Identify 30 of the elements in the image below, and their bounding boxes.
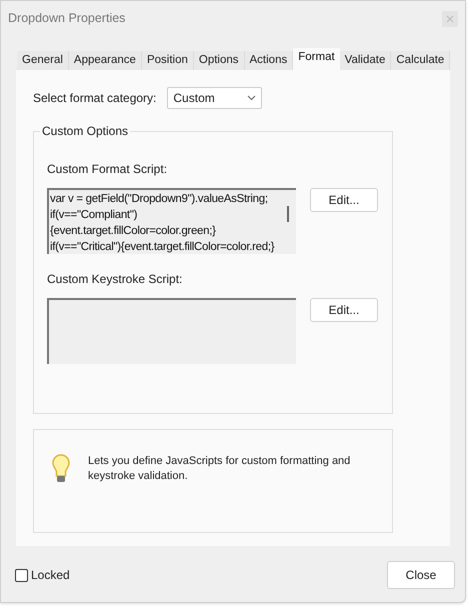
tab[interactable]: Options [194, 51, 245, 70]
tab[interactable]: Validate [340, 51, 392, 70]
group-title: Custom Options [40, 124, 130, 138]
checkbox-label: Locked [31, 567, 70, 584]
code-line: if(v=="Compliant") [50, 208, 138, 223]
tab[interactable]: Actions [244, 51, 294, 70]
format-dropdown[interactable]: Custom [167, 87, 262, 109]
field-label: Select format category: [33, 90, 156, 107]
script-label: Custom Format Script: [47, 161, 168, 178]
close-dialog-button[interactable]: Close [387, 561, 455, 589]
edit-button[interactable]: Edit... [310, 188, 378, 212]
code-line: {event.target.fillColor=color.green;} [50, 224, 217, 239]
script-field[interactable]: var v = getField("Dropdown9").valueAsString; if(v=="Compliant") {event.target.fillColor=color.green;} if(v=="Critical"){event.target.fillColor=color.red;} [47, 188, 296, 254]
hint-text: Lets you define JavaScripts for custom formatting and keystroke validation. [88, 454, 352, 484]
close-icon [446, 14, 454, 22]
tab[interactable]: Position [142, 51, 194, 70]
locked-checkbox[interactable] [15, 568, 28, 582]
code-line: var v = getField("Dropdown9").valueAsString; [50, 192, 269, 207]
code-line: if(v=="Critical"){event.target.fillColor=color.red;} [50, 240, 276, 254]
tab[interactable]: Format [293, 48, 340, 70]
tab[interactable]: General [17, 51, 69, 70]
script-label: Custom Keystroke Script: [47, 271, 184, 288]
tab[interactable]: Appearance [68, 51, 142, 70]
window-title: Dropdown Properties [8, 10, 126, 28]
scrollbar-thumb[interactable] [287, 206, 289, 222]
chevron-down-icon [247, 95, 256, 101]
script-field[interactable] [47, 298, 296, 364]
light-bulb-icon [52, 454, 70, 484]
edit-button[interactable]: Edit... [310, 298, 378, 322]
tab[interactable]: Calculate [391, 51, 450, 70]
